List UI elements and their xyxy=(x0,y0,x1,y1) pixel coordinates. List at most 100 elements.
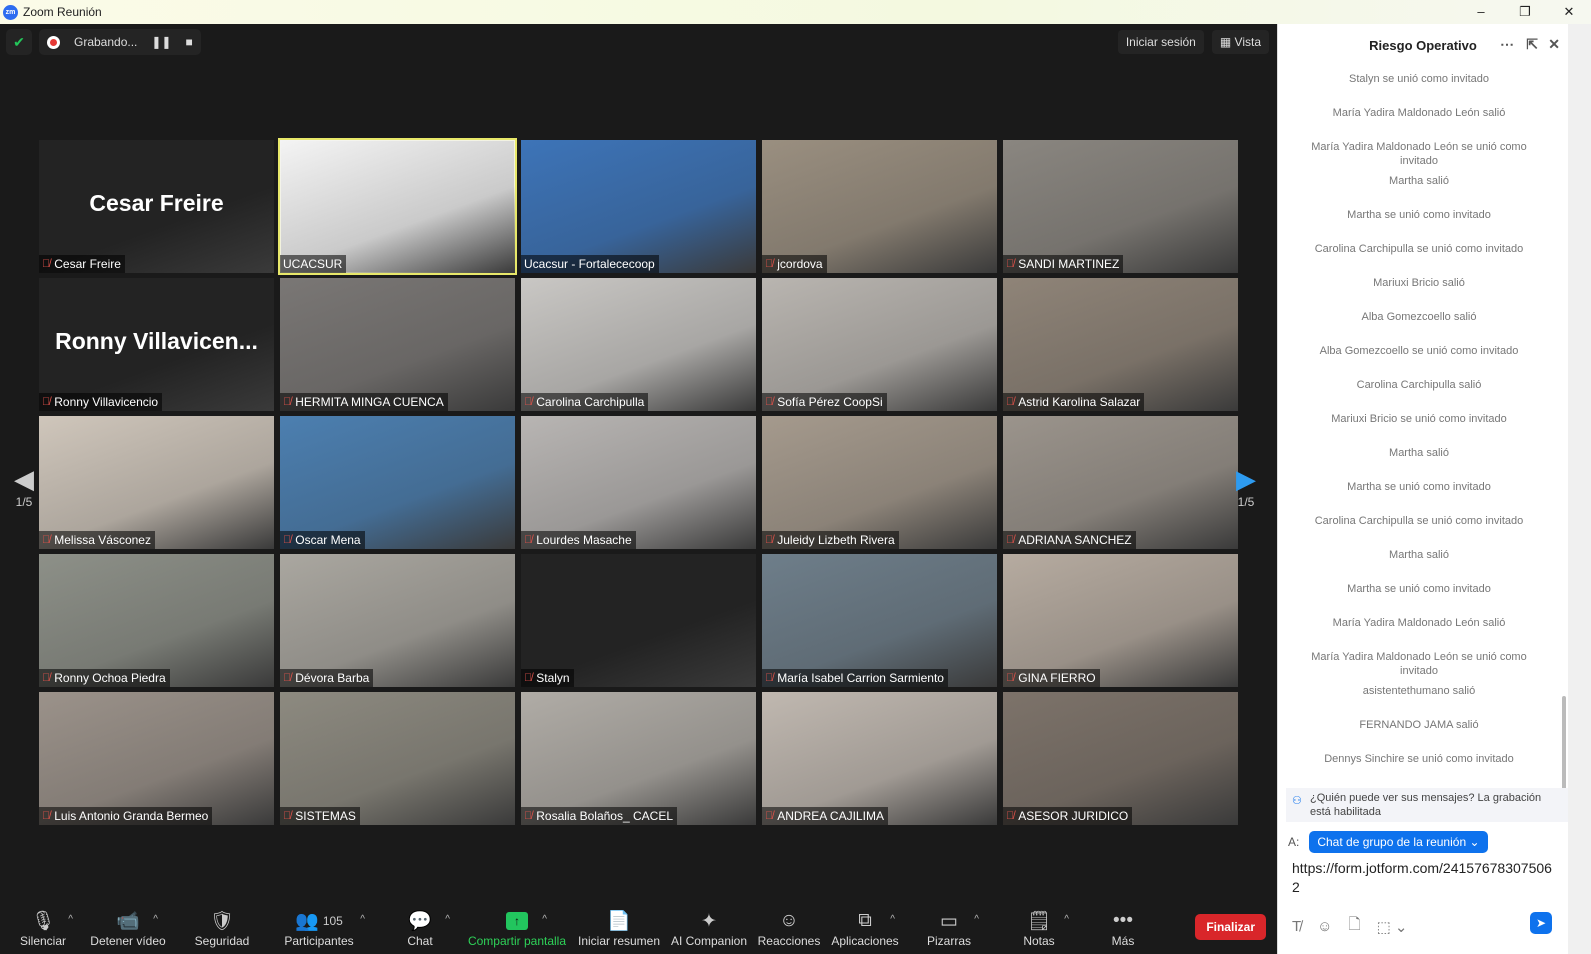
chevron-up-icon[interactable]: ^ xyxy=(445,914,450,925)
chevron-up-icon[interactable]: ^ xyxy=(68,914,73,925)
chevron-up-icon[interactable]: ^ xyxy=(542,914,547,925)
participant-tile[interactable]: 🎙̸ ANDREA CAJILIMA xyxy=(762,692,997,825)
participant-tile[interactable]: UCACSUR xyxy=(278,138,517,275)
participant-tile[interactable]: 🎙̸ SANDI MARTINEZ xyxy=(1003,140,1238,273)
participant-tile[interactable]: Ronny Villavicen... 🎙̸ Ronny Villavicencio xyxy=(39,278,274,411)
participant-tile[interactable]: 🎙̸ HERMITA MINGA CUENCA xyxy=(280,278,515,411)
participant-tile[interactable]: 🎙̸ Luis Antonio Granda Bermeo xyxy=(39,692,274,825)
encryption-shield-icon[interactable]: ✔ xyxy=(6,29,32,55)
chevron-up-icon[interactable]: ^ xyxy=(360,914,365,925)
participant-name: GINA FIERRO xyxy=(1018,671,1096,685)
participant-tile[interactable]: Ucacsur - Fortalececoop xyxy=(521,140,756,273)
popout-icon[interactable]: ⇱ xyxy=(1526,36,1538,53)
next-page-button[interactable]: ▶ 1/5 xyxy=(1236,464,1256,509)
participant-label: 🎙̸ Juleidy Lizbeth Rivera xyxy=(762,531,899,549)
participant-tile[interactable]: Cesar Freire 🎙̸ Cesar Freire xyxy=(39,140,274,273)
muted-mic-icon: 🎙̸ xyxy=(1006,534,1015,546)
video-feed xyxy=(39,692,274,825)
recipient-dropdown[interactable]: Chat de grupo de la reunión ⌄ xyxy=(1309,831,1488,853)
participant-name: Cesar Freire xyxy=(54,257,121,271)
participant-tile[interactable]: 🎙̸ Rosalia Bolaños_ CACEL xyxy=(521,692,756,825)
window-title: Zoom Reunión xyxy=(23,5,102,19)
participant-tile[interactable]: 🎙̸ ADRIANA SANCHEZ xyxy=(1003,416,1238,549)
participant-label: Ucacsur - Fortalececoop xyxy=(521,255,659,273)
video-feed xyxy=(521,140,756,273)
toolbar-button-compartir-pantalla[interactable]: ↑ Compartir pantalla ^ xyxy=(467,908,567,948)
privacy-notice: ⚇ ¿Quién puede ver sus mensajes? La graba… xyxy=(1286,788,1568,822)
toolbar-button-detener-vídeo[interactable]: 📹 Detener vídeo ^ xyxy=(78,908,178,948)
video-feed xyxy=(1003,692,1238,825)
participant-name: Ronny Ochoa Piedra xyxy=(54,671,166,685)
stop-recording-button[interactable]: ■ xyxy=(185,35,192,49)
close-panel-icon[interactable]: ✕ xyxy=(1548,36,1560,53)
más-icon: ••• xyxy=(1113,910,1133,931)
participant-tile[interactable]: 🎙̸ Sofía Pérez CoopSi xyxy=(762,278,997,411)
participant-tile[interactable]: 🎙̸ Ronny Ochoa Piedra xyxy=(39,554,274,687)
participant-name-large: Cesar Freire xyxy=(89,190,224,216)
muted-mic-icon: 🎙̸ xyxy=(1006,258,1015,270)
chat-input[interactable]: https://form.jotform.com/241576783075062 xyxy=(1292,859,1558,897)
participant-tile[interactable]: 🎙̸ ASESOR JURIDICO xyxy=(1003,692,1238,825)
send-button[interactable]: ➤ xyxy=(1530,912,1552,934)
toolbar-button-participantes[interactable]: 👥 105 Participantes ^ xyxy=(269,908,369,948)
toolbar-label: Pizarras xyxy=(926,934,971,948)
participant-tile[interactable]: 🎙̸ Dévora Barba xyxy=(280,554,515,687)
participant-tile[interactable]: 🎙̸ jcordova xyxy=(762,140,997,273)
participant-tile[interactable]: 🎙̸ María Isabel Carrion Sarmiento xyxy=(762,554,997,687)
toolbar-button-iniciar-resumen[interactable]: 📄 Iniciar resumen xyxy=(569,908,669,948)
video-feed xyxy=(521,278,756,411)
muted-mic-icon: 🎙̸ xyxy=(1006,396,1015,408)
end-meeting-button[interactable]: Finalizar xyxy=(1195,914,1266,940)
toolbar-label: Compartir pantalla xyxy=(467,934,567,948)
signin-button[interactable]: Iniciar sesión xyxy=(1117,30,1204,54)
chat-scrollbar[interactable] xyxy=(1562,696,1566,791)
format-text-icon[interactable]: T̸ xyxy=(1292,918,1301,935)
video-feed xyxy=(39,416,274,549)
participant-tile[interactable]: 🎙̸ Carolina Carchipulla xyxy=(521,278,756,411)
screenshot-icon[interactable]: ⬚ ⌄ xyxy=(1377,918,1408,936)
video-feed xyxy=(1003,416,1238,549)
video-feed xyxy=(39,554,274,687)
participant-tile[interactable]: 🎙̸ Stalyn xyxy=(521,554,756,687)
participant-tile[interactable]: 🎙̸ GINA FIERRO xyxy=(1003,554,1238,687)
participant-tile[interactable]: 🎙̸ Lourdes Masache xyxy=(521,416,756,549)
view-button[interactable]: ▦ Vista xyxy=(1211,30,1269,54)
participant-tile[interactable]: 🎙̸ SISTEMAS xyxy=(280,692,515,825)
toolbar-label: Detener vídeo xyxy=(90,934,166,948)
toolbar-button-chat[interactable]: 💬 Chat ^ xyxy=(370,908,470,948)
toolbar-button-pizarras[interactable]: ▭ Pizarras ^ xyxy=(899,908,999,949)
minimize-button[interactable]: – xyxy=(1459,0,1503,24)
chevron-up-icon[interactable]: ^ xyxy=(974,914,979,925)
file-icon[interactable]: 🗋 xyxy=(1349,914,1361,939)
video-feed xyxy=(762,692,997,825)
participant-label: 🎙̸ Carolina Carchipulla xyxy=(521,393,649,411)
participant-tile[interactable]: 🎙̸ Oscar Mena xyxy=(280,416,515,549)
chevron-up-icon[interactable]: ^ xyxy=(153,914,158,925)
muted-mic-icon: 🎙̸ xyxy=(524,672,533,684)
close-window-button[interactable]: ✕ xyxy=(1547,0,1591,24)
ai-companion-icon: ✦ xyxy=(701,910,717,932)
pause-recording-button[interactable]: ❚❚ xyxy=(151,35,171,49)
pizarras-icon: ▭ xyxy=(940,910,958,932)
chevron-up-icon[interactable]: ^ xyxy=(1064,914,1069,925)
more-options-icon[interactable]: ⋯ xyxy=(1500,36,1514,53)
share-screen-icon: ↑ xyxy=(506,912,528,930)
page-indicator-left: 1/5 xyxy=(15,495,33,509)
emoji-icon[interactable]: ☺ xyxy=(1317,918,1332,935)
chevron-up-icon[interactable]: ^ xyxy=(890,914,895,925)
video-feed xyxy=(280,140,515,273)
video-feed xyxy=(1003,140,1238,273)
participant-tile[interactable]: 🎙̸ Astrid Karolina Salazar xyxy=(1003,278,1238,411)
toolbar-label: Iniciar resumen xyxy=(577,934,661,948)
prev-page-button[interactable]: ◀ 1/5 xyxy=(14,464,34,509)
participant-tile[interactable]: 🎙̸ Melissa Vásconez xyxy=(39,416,274,549)
muted-mic-icon: 🎙̸ xyxy=(283,396,292,408)
participant-label: 🎙̸ Astrid Karolina Salazar xyxy=(1003,393,1145,411)
system-message: Alba Gomezcoello salió xyxy=(1361,311,1477,323)
participant-tile[interactable]: 🎙̸ Juleidy Lizbeth Rivera xyxy=(762,416,997,549)
video-feed xyxy=(1003,554,1238,687)
toolbar-button-más[interactable]: ••• Más xyxy=(1073,908,1173,948)
participant-label: 🎙̸ HERMITA MINGA CUENCA xyxy=(280,393,448,411)
restore-button[interactable]: ❐ xyxy=(1503,0,1547,24)
toolbar-button-seguridad[interactable]: 🛡 Seguridad xyxy=(172,908,272,948)
